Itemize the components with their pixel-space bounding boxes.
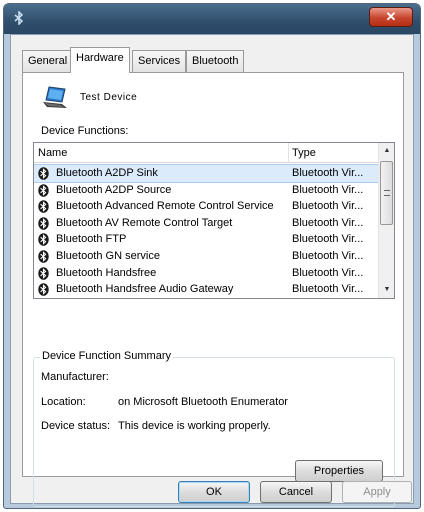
function-type: Bluetooth Vir... <box>292 167 364 179</box>
bluetooth-icon <box>38 216 49 230</box>
device-name: Test Device <box>80 92 138 103</box>
column-header-name[interactable]: Name <box>38 143 67 163</box>
list-rows: Bluetooth A2DP Sink Bluetooth Vir... Bluet… <box>34 164 380 298</box>
location-label: Location: <box>41 396 86 408</box>
manufacturer-label: Manufacturer: <box>41 371 109 383</box>
bluetooth-icon <box>38 200 49 213</box>
function-type: Bluetooth Vir... <box>292 183 364 196</box>
function-name: Bluetooth Advanced Remote Control Servic… <box>56 200 274 213</box>
list-item[interactable]: Bluetooth Handsfree Audio Gateway Bluetoo… <box>34 281 379 298</box>
tab-label: Services <box>138 55 181 67</box>
device-functions-label: Device Functions: <box>41 125 129 137</box>
dialog-body: General Hardware Services Bluetooth Test… <box>10 34 414 507</box>
tab-label: Hardware <box>76 52 124 64</box>
laptop-icon <box>41 85 69 111</box>
function-name: Bluetooth Handsfree Audio Gateway <box>56 283 234 296</box>
title-bar[interactable]: ✕ <box>4 4 420 34</box>
tab-label: General <box>28 55 68 67</box>
bluetooth-icon <box>38 233 49 247</box>
function-name: Bluetooth Handsfree <box>56 266 157 279</box>
tab-hardware[interactable]: Hardware <box>70 47 130 73</box>
function-type: Bluetooth Vir... <box>292 233 364 246</box>
function-name: Bluetooth FTP <box>56 233 127 246</box>
device-status-label: Device status: <box>41 420 111 432</box>
vertical-scrollbar[interactable]: ▲ ▼ <box>378 143 394 298</box>
tab-general[interactable]: General <box>22 50 74 72</box>
close-icon: ✕ <box>385 9 397 24</box>
function-type: Bluetooth Vir... <box>292 200 364 213</box>
bluetooth-icon <box>38 183 49 197</box>
close-button[interactable]: ✕ <box>369 7 413 27</box>
scroll-down-arrow-icon[interactable]: ▼ <box>380 282 394 298</box>
bluetooth-icon <box>38 250 49 263</box>
function-type: Bluetooth Vir... <box>292 249 364 262</box>
location-value: on Microsoft Bluetooth Enumerator <box>118 396 288 408</box>
properties-button[interactable]: Properties <box>295 460 383 482</box>
grip-icon <box>384 190 390 196</box>
bluetooth-icon <box>38 167 49 180</box>
cancel-button[interactable]: Cancel <box>260 481 332 503</box>
list-header: Name Type <box>34 143 379 163</box>
scroll-thumb[interactable] <box>380 161 393 225</box>
bluetooth-icon <box>38 283 49 296</box>
bluetooth-icon <box>38 266 49 280</box>
summary-title: Device Function Summary <box>40 350 173 362</box>
function-name: Bluetooth GN service <box>56 249 160 262</box>
function-type: Bluetooth Vir... <box>292 266 364 279</box>
bluetooth-icon[interactable] <box>11 10 27 27</box>
ok-button[interactable]: OK <box>178 481 250 503</box>
function-name: Bluetooth A2DP Sink <box>56 167 158 179</box>
list-item[interactable]: Bluetooth GN service Bluetooth Vir... <box>34 248 379 265</box>
function-name: Bluetooth AV Remote Control Target <box>56 216 233 229</box>
function-type: Bluetooth Vir... <box>292 216 364 229</box>
list-item[interactable]: Bluetooth FTP Bluetooth Vir... <box>34 231 379 248</box>
list-item[interactable]: Bluetooth A2DP Sink Bluetooth Vir... <box>34 164 380 183</box>
list-item[interactable]: Bluetooth Advanced Remote Control Servic… <box>34 198 379 215</box>
column-divider[interactable] <box>288 143 289 163</box>
tab-label: Bluetooth <box>192 55 239 67</box>
function-name: Bluetooth A2DP Source <box>56 183 172 196</box>
scroll-up-arrow-icon[interactable]: ▲ <box>380 143 394 159</box>
device-status-value: This device is working properly. <box>118 420 271 432</box>
function-type: Bluetooth Vir... <box>292 283 364 296</box>
tab-services[interactable]: Services <box>132 50 187 72</box>
column-header-type[interactable]: Type <box>292 143 316 163</box>
list-item[interactable]: Bluetooth A2DP Source Bluetooth Vir... <box>34 182 379 199</box>
list-item[interactable]: Bluetooth Handsfree Bluetooth Vir... <box>34 265 379 282</box>
properties-window: ✕ General Hardware Services Bluetooth Te… <box>3 3 421 509</box>
list-item[interactable]: Bluetooth AV Remote Control Target Blueto… <box>34 215 379 232</box>
tab-bluetooth[interactable]: Bluetooth <box>186 50 245 72</box>
device-functions-list[interactable]: Name Type Bluetooth A2DP Sink Bluetooth V… <box>33 142 395 299</box>
hardware-panel: Test Device Device Functions: Name Type … <box>22 72 404 507</box>
apply-button[interactable]: Apply <box>342 481 412 503</box>
